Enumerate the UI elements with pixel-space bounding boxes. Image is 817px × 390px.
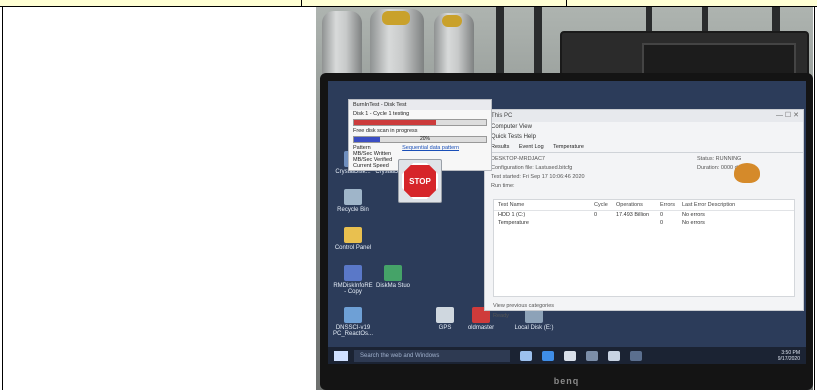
status-line: Status: RUNNING [697,156,742,162]
scan-progress-label: 20% [420,136,431,142]
tab-results[interactable]: Results [491,144,509,150]
stop-sign-icon: STOP [402,163,438,199]
explorer-menu[interactable]: Computer View [485,122,803,132]
scan-progress-bar: 20% [353,136,487,143]
stop-button[interactable]: STOP [398,159,442,203]
view-previous-link[interactable]: View previous categories [485,301,803,311]
table-divider [301,0,302,6]
table-row[interactable]: HDD 1 (C:) 0 17.493 Billion 0 No errors [494,211,794,219]
table-divider [566,0,567,6]
current-speed-label: Current Speed [353,163,389,169]
desktop-icon[interactable]: Control Panel [332,227,374,251]
results-table: Test Name Cycle Operations Errors Last E… [493,199,795,297]
app-icon [436,307,454,323]
burnin-main-window[interactable]: This PC — ☐ ✕ Computer View Quick Tests … [484,109,804,319]
app-icon [344,307,362,323]
app-menu[interactable]: Quick Tests Help [485,132,803,142]
recycle-bin-icon [344,189,362,205]
system-clock[interactable]: 3:50 PM 9/17/2020 [778,350,800,362]
monitor: CrystalDisk... CrystalDisk... Recycle Bi… [320,73,813,390]
table-row[interactable]: Temperature 0 No errors [494,219,794,227]
app-icon [344,265,362,281]
tab-temperature[interactable]: Temperature [553,144,584,150]
app-icon [384,265,402,281]
cycle-progress-fill [354,120,436,125]
pattern-value[interactable]: Sequential data pattern [402,145,459,151]
cycle-text: Disk 1 - Cycle 1 testing [353,111,410,117]
run-time-line: Run time: [491,183,515,189]
window-title: This PC [491,113,513,119]
table-header: Test Name Cycle Operations Errors Last E… [494,200,794,211]
window-controls[interactable]: — ☐ ✕ [776,110,799,122]
store-icon[interactable] [608,350,620,361]
tab-bar: Results Event Log Temperature [485,142,803,153]
rack-bar [496,7,504,77]
window-title-bar: This PC — ☐ ✕ [485,110,803,122]
task-view-icon[interactable] [520,350,532,361]
clock-date: 9/17/2020 [777,355,800,362]
cylinder-cap [442,15,462,27]
tab-event-log[interactable]: Event Log [519,144,544,150]
monitor-screen: CrystalDisk... CrystalDisk... Recycle Bi… [328,81,806,364]
disk-test-title: BurnInTest - Disk Test [349,100,491,110]
taskbar-search[interactable]: Search the web and Windows [354,349,510,362]
taskbar: Search the web and Windows 3:50 PM 9/17/… [328,347,806,364]
top-strip [0,0,817,7]
start-icon[interactable] [334,350,348,361]
desktop-icon[interactable]: RMDiskInfoRE - Copy [332,265,374,295]
progress-text: Free disk scan in progress [353,128,418,134]
burnin-taskbar-icon[interactable] [630,350,642,361]
control-panel-icon [344,227,362,243]
right-border [814,6,815,390]
temperature-icon [734,163,760,183]
status-ready: Ready [493,313,509,319]
cycle-progress-bar [353,119,487,126]
scan-progress-fill [354,137,381,142]
desktop-icon[interactable]: Recycle Bin [332,189,374,213]
edge-browser-icon[interactable] [542,350,554,361]
monitor-brand-logo: benq [553,376,580,386]
rack-bar [534,7,542,77]
left-border [2,6,3,390]
app-icon[interactable] [586,350,598,361]
file-explorer-icon[interactable] [564,350,576,361]
photo: CrystalDisk... CrystalDisk... Recycle Bi… [316,7,813,390]
desktop-icon[interactable]: DiskMa Stuo [372,265,414,289]
cylinder-cap [382,11,410,25]
desktop-icon[interactable]: DNSSCI-v19 PC_ReactOs... [332,307,374,337]
